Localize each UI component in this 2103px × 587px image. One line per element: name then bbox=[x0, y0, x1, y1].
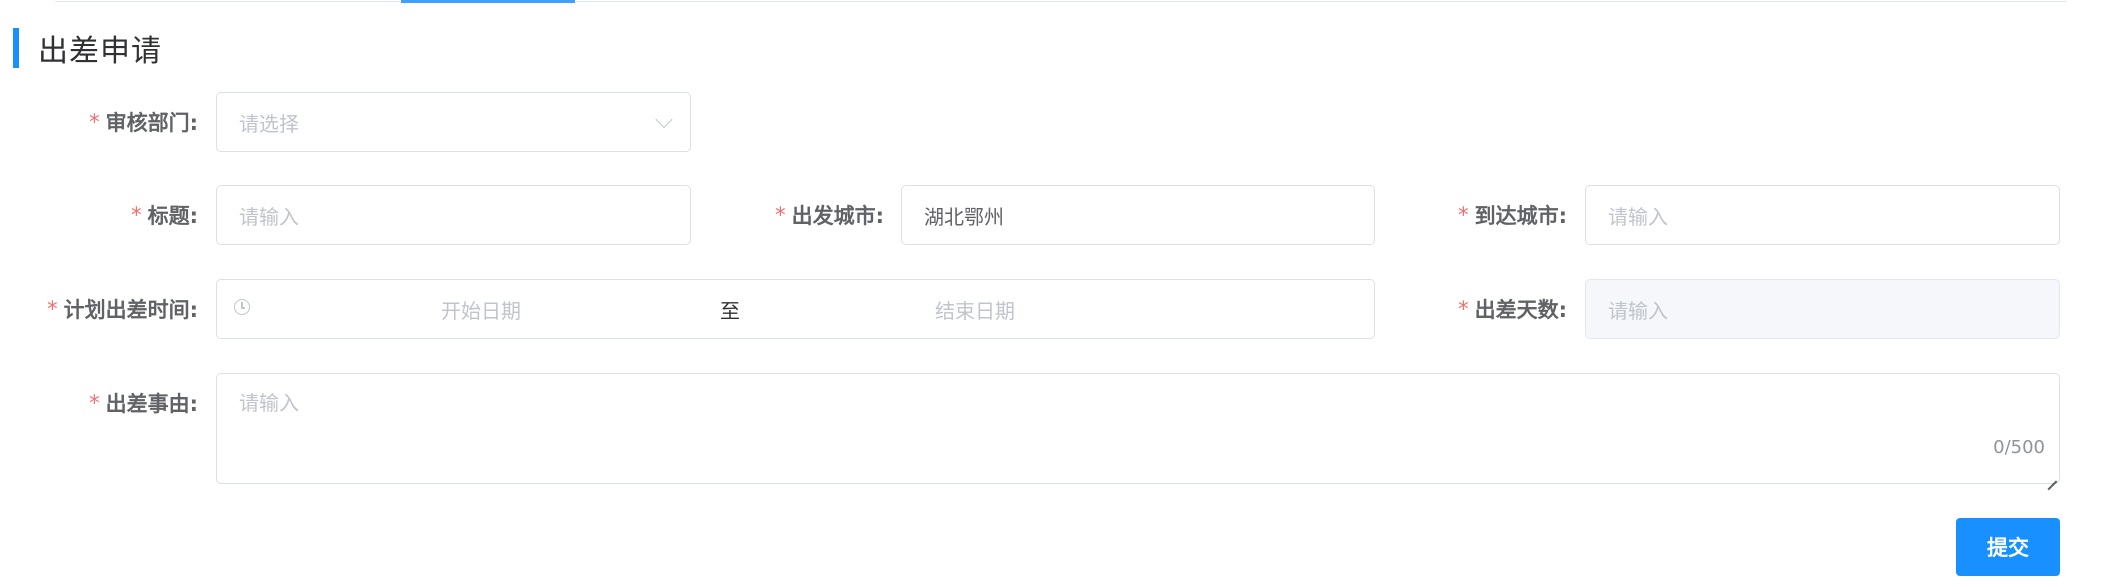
departure-city-label-text: 出发城市: bbox=[791, 204, 884, 228]
range-separator: 至 bbox=[720, 298, 740, 323]
trip-days-input: 请输入 bbox=[1585, 279, 2060, 339]
arrival-city-label: * 到达城市: bbox=[1405, 185, 1567, 245]
required-mark: * bbox=[47, 297, 58, 321]
title-input[interactable]: 请输入 bbox=[216, 185, 691, 245]
required-mark: * bbox=[1458, 203, 1469, 227]
section-accent-bar bbox=[13, 28, 19, 68]
department-placeholder: 请选择 bbox=[239, 111, 299, 136]
trip-days-label: * 出差天数: bbox=[1405, 279, 1567, 339]
required-mark: * bbox=[775, 203, 786, 227]
section-header: 出差申请 bbox=[13, 28, 162, 69]
department-label: * 审核部门: bbox=[40, 92, 198, 152]
clock-icon bbox=[234, 299, 250, 315]
resize-handle-icon[interactable] bbox=[2047, 471, 2057, 481]
departure-city-input[interactable]: 湖北鄂州 bbox=[901, 185, 1375, 245]
arrival-city-placeholder: 请输入 bbox=[1608, 204, 1668, 229]
tab-bar-divider bbox=[55, 1, 2067, 2]
planned-time-label-text: 计划出差时间: bbox=[63, 298, 198, 322]
department-label-text: 审核部门: bbox=[105, 111, 198, 135]
departure-city-label: * 出发城市: bbox=[720, 185, 884, 245]
start-date-input[interactable]: 开始日期 bbox=[441, 280, 521, 338]
required-mark: * bbox=[1458, 297, 1469, 321]
arrival-city-label-text: 到达城市: bbox=[1474, 204, 1567, 228]
departure-city-value: 湖北鄂州 bbox=[924, 204, 1004, 229]
date-range-picker[interactable]: 开始日期 至 结束日期 bbox=[216, 279, 1375, 339]
reason-placeholder: 请输入 bbox=[239, 391, 299, 415]
department-select[interactable]: 请选择 bbox=[216, 92, 691, 152]
required-mark: * bbox=[89, 391, 100, 415]
title-label: * 标题: bbox=[40, 185, 198, 245]
chevron-down-icon bbox=[655, 111, 673, 129]
required-mark: * bbox=[89, 110, 100, 134]
reason-label: * 出差事由: bbox=[40, 373, 198, 433]
active-tab-indicator bbox=[401, 0, 575, 3]
submit-button[interactable]: 提交 bbox=[1956, 518, 2060, 576]
trip-days-placeholder: 请输入 bbox=[1608, 298, 1668, 323]
reason-label-text: 出差事由: bbox=[105, 392, 198, 416]
section-title: 出差申请 bbox=[38, 34, 162, 69]
title-placeholder: 请输入 bbox=[239, 204, 299, 229]
title-label-text: 标题: bbox=[147, 204, 198, 228]
character-count: 0/500 bbox=[1993, 437, 2045, 458]
required-mark: * bbox=[131, 203, 142, 227]
tab-bar bbox=[0, 0, 2103, 3]
arrival-city-input[interactable]: 请输入 bbox=[1585, 185, 2060, 245]
reason-textarea[interactable]: 请输入 0/500 bbox=[216, 373, 2060, 484]
trip-days-label-text: 出差天数: bbox=[1474, 298, 1567, 322]
planned-time-label: * 计划出差时间: bbox=[20, 279, 198, 339]
end-date-input[interactable]: 结束日期 bbox=[935, 280, 1015, 338]
